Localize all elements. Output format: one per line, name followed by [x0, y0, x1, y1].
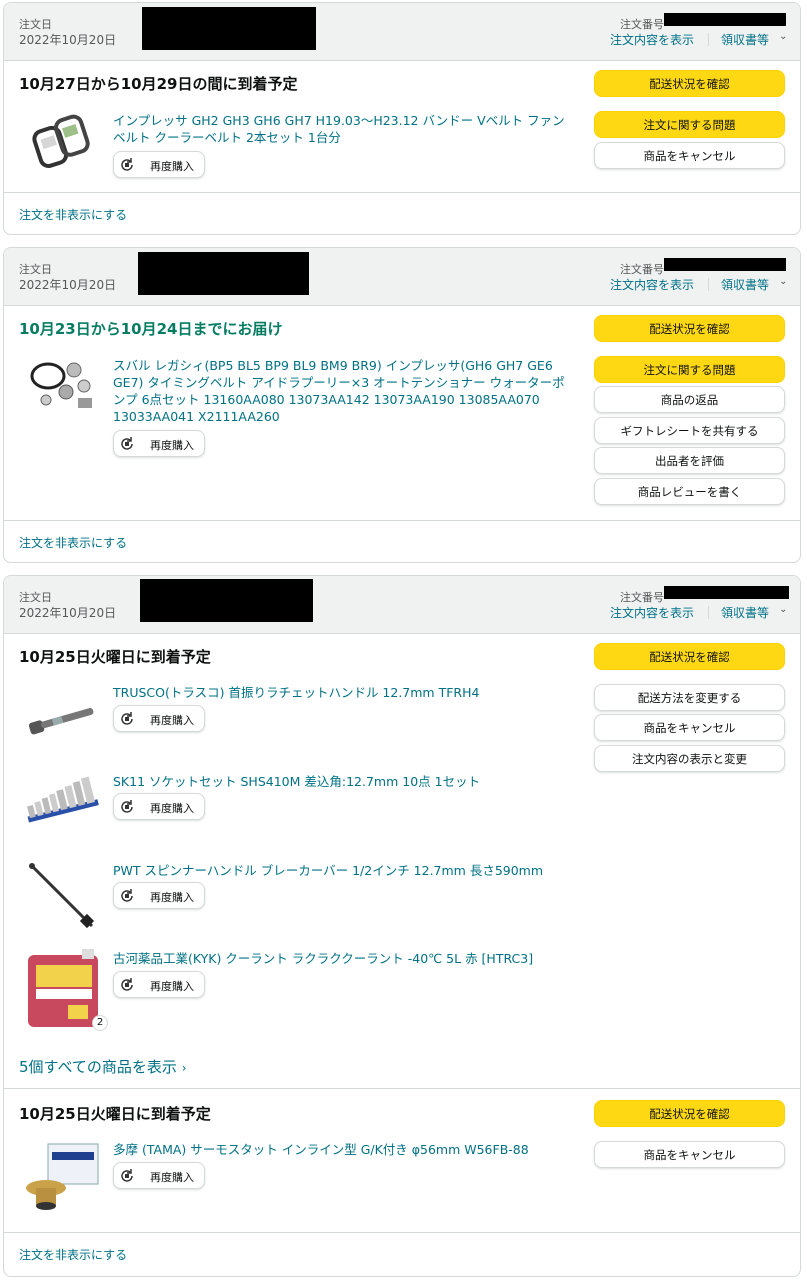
view-edit-order-button[interactable]: 注文内容の表示と変更 — [594, 745, 785, 772]
redacted-order-number — [664, 586, 789, 599]
change-delivery-button[interactable]: 配送方法を変更する — [594, 684, 785, 711]
chevron-down-icon[interactable]: ⌄ — [779, 276, 787, 287]
v-belt-product-image[interactable] — [22, 109, 102, 173]
buy-again-label: 再度購入 — [150, 160, 194, 173]
order-card: 注文日 2022年10月20日 注文番号 注文内容を表示 領収書等 ⌄ 10月2… — [3, 247, 801, 563]
buy-again-button[interactable]: 再度購入 — [113, 1162, 205, 1189]
order-number-label: 注文番号 — [620, 263, 664, 276]
order-date: 2022年10月20日 — [19, 33, 117, 47]
quantity-badge: 2 — [92, 1015, 108, 1031]
receipt-link[interactable]: 領収書等 — [721, 276, 769, 293]
buy-again-button[interactable]: 再度購入 — [113, 971, 205, 998]
product-title-link[interactable]: TRUSCO(トラスコ) 首振りラチェットハンドル 12.7mm TFRH4 — [113, 684, 568, 701]
divider — [4, 192, 800, 193]
share-gift-receipt-button[interactable]: ギフトレシートを共有する — [594, 417, 785, 444]
ratchet-handle-product-image[interactable] — [22, 686, 102, 750]
order-header: 注文日 2022年10月20日 注文番号 注文内容を表示 領収書等 ⌄ — [4, 3, 800, 61]
refresh-icon — [121, 1169, 133, 1182]
order-header: 注文日 2022年10月20日 注文番号 注文内容を表示 領収書等 ⌄ — [4, 248, 800, 306]
delivery-status: 10月23日から10月24日までにお届け — [19, 320, 283, 338]
order-header: 注文日 2022年10月20日 注文番号 注文内容を表示 領収書等 ⌄ — [4, 576, 800, 634]
write-review-button[interactable]: 商品レビューを書く — [594, 478, 785, 505]
divider — [4, 1088, 800, 1089]
hide-order-link[interactable]: 注文を非表示にする — [19, 1246, 127, 1263]
delivery-status: 10月25日火曜日に到着予定 — [19, 1105, 211, 1123]
order-date: 2022年10月20日 — [19, 606, 117, 620]
buy-again-label: 再度購入 — [150, 439, 194, 452]
divider — [708, 606, 709, 619]
chevron-right-icon: › — [181, 1061, 187, 1075]
socket-set-product-image[interactable] — [22, 774, 102, 838]
refresh-icon — [121, 889, 133, 902]
divider — [708, 33, 709, 46]
receipt-link[interactable]: 領収書等 — [721, 31, 769, 48]
show-all-items-link[interactable]: 5個すべての商品を表示 › — [19, 1056, 187, 1077]
buy-again-label: 再度購入 — [150, 802, 194, 815]
refresh-icon — [121, 437, 133, 450]
track-package-button[interactable]: 配送状況を確認 — [594, 315, 785, 342]
track-package-button[interactable]: 配送状況を確認 — [594, 643, 785, 670]
receipt-link[interactable]: 領収書等 — [721, 604, 769, 621]
hide-order-link[interactable]: 注文を非表示にする — [19, 534, 127, 551]
product-title-link[interactable]: SK11 ソケットセット SHS410M 差込角:12.7mm 10点 1セット — [113, 773, 568, 790]
order-date: 2022年10月20日 — [19, 278, 117, 292]
product-title-link[interactable]: スバル レガシィ(BP5 BL5 BP9 BL9 BM9 BR9) インプレッサ… — [113, 357, 568, 425]
divider — [4, 520, 800, 521]
buy-again-label: 再度購入 — [150, 714, 194, 727]
hide-order-link[interactable]: 注文を非表示にする — [19, 206, 127, 223]
order-date-label: 注文日 — [19, 18, 52, 31]
product-title-link[interactable]: 古河薬品工業(KYK) クーラント ラクラククーラント -40℃ 5L 赤 [H… — [113, 950, 568, 967]
chevron-down-icon[interactable]: ⌄ — [779, 31, 787, 42]
product-title-link[interactable]: インプレッサ GH2 GH3 GH6 GH7 H19.03～H23.12 バンド… — [113, 112, 568, 146]
buy-again-label: 再度購入 — [150, 891, 194, 904]
track-package-button[interactable]: 配送状況を確認 — [594, 70, 785, 97]
show-all-items-label: 5個すべての商品を表示 — [19, 1058, 177, 1076]
divider — [4, 1232, 800, 1233]
buy-again-button[interactable]: 再度購入 — [113, 793, 205, 820]
buy-again-label: 再度購入 — [150, 1171, 194, 1184]
product-title-link[interactable]: 多摩 (TAMA) サーモスタット インライン型 G/K付き φ56mm W56… — [113, 1141, 568, 1158]
redacted-block — [140, 579, 313, 622]
buy-again-button[interactable]: 再度購入 — [113, 705, 205, 732]
order-date-label: 注文日 — [19, 263, 52, 276]
order-card: 注文日 2022年10月20日 注文番号 注文内容を表示 領収書等 ⌄ 10月2… — [3, 2, 801, 235]
view-order-details-link[interactable]: 注文内容を表示 — [610, 604, 694, 621]
buy-again-button[interactable]: 再度購入 — [113, 882, 205, 909]
delivery-status: 10月27日から10月29日の間に到着予定 — [19, 75, 298, 93]
order-problem-button[interactable]: 注文に関する問題 — [594, 356, 785, 383]
buy-again-label: 再度購入 — [150, 980, 194, 993]
cancel-item-button[interactable]: 商品をキャンセル — [594, 1141, 785, 1168]
divider — [708, 278, 709, 291]
order-number-label: 注文番号 — [620, 591, 664, 604]
timing-belt-kit-product-image[interactable] — [22, 352, 102, 416]
redacted-order-number — [664, 258, 786, 271]
view-order-details-link[interactable]: 注文内容を表示 — [610, 276, 694, 293]
coolant-jug-product-image[interactable] — [22, 949, 102, 1029]
order-problem-button[interactable]: 注文に関する問題 — [594, 111, 785, 138]
chevron-down-icon[interactable]: ⌄ — [779, 604, 787, 615]
redacted-block — [142, 7, 316, 50]
thermostat-product-image[interactable] — [22, 1138, 102, 1214]
refresh-icon — [121, 712, 133, 725]
breaker-bar-product-image[interactable] — [22, 862, 102, 932]
cancel-item-button[interactable]: 商品をキャンセル — [594, 142, 785, 169]
buy-again-button[interactable]: 再度購入 — [113, 430, 205, 457]
product-title-link[interactable]: PWT スピンナーハンドル ブレーカーバー 1/2インチ 12.7mm 長さ59… — [113, 862, 568, 879]
cancel-item-button[interactable]: 商品をキャンセル — [594, 714, 785, 741]
order-number-label: 注文番号 — [620, 18, 664, 31]
order-date-label: 注文日 — [19, 591, 52, 604]
order-card: 注文日 2022年10月20日 注文番号 注文内容を表示 領収書等 ⌄ 10月2… — [3, 575, 801, 1277]
refresh-icon — [121, 800, 133, 813]
redacted-block — [138, 252, 309, 295]
refresh-icon — [121, 158, 133, 171]
view-order-details-link[interactable]: 注文内容を表示 — [610, 31, 694, 48]
rate-seller-button[interactable]: 出品者を評価 — [594, 447, 785, 474]
return-item-button[interactable]: 商品の返品 — [594, 386, 785, 413]
redacted-order-number — [664, 13, 786, 26]
delivery-status: 10月25日火曜日に到着予定 — [19, 648, 211, 666]
buy-again-button[interactable]: 再度購入 — [113, 151, 205, 178]
track-package-button[interactable]: 配送状況を確認 — [594, 1100, 785, 1127]
refresh-icon — [121, 978, 133, 991]
